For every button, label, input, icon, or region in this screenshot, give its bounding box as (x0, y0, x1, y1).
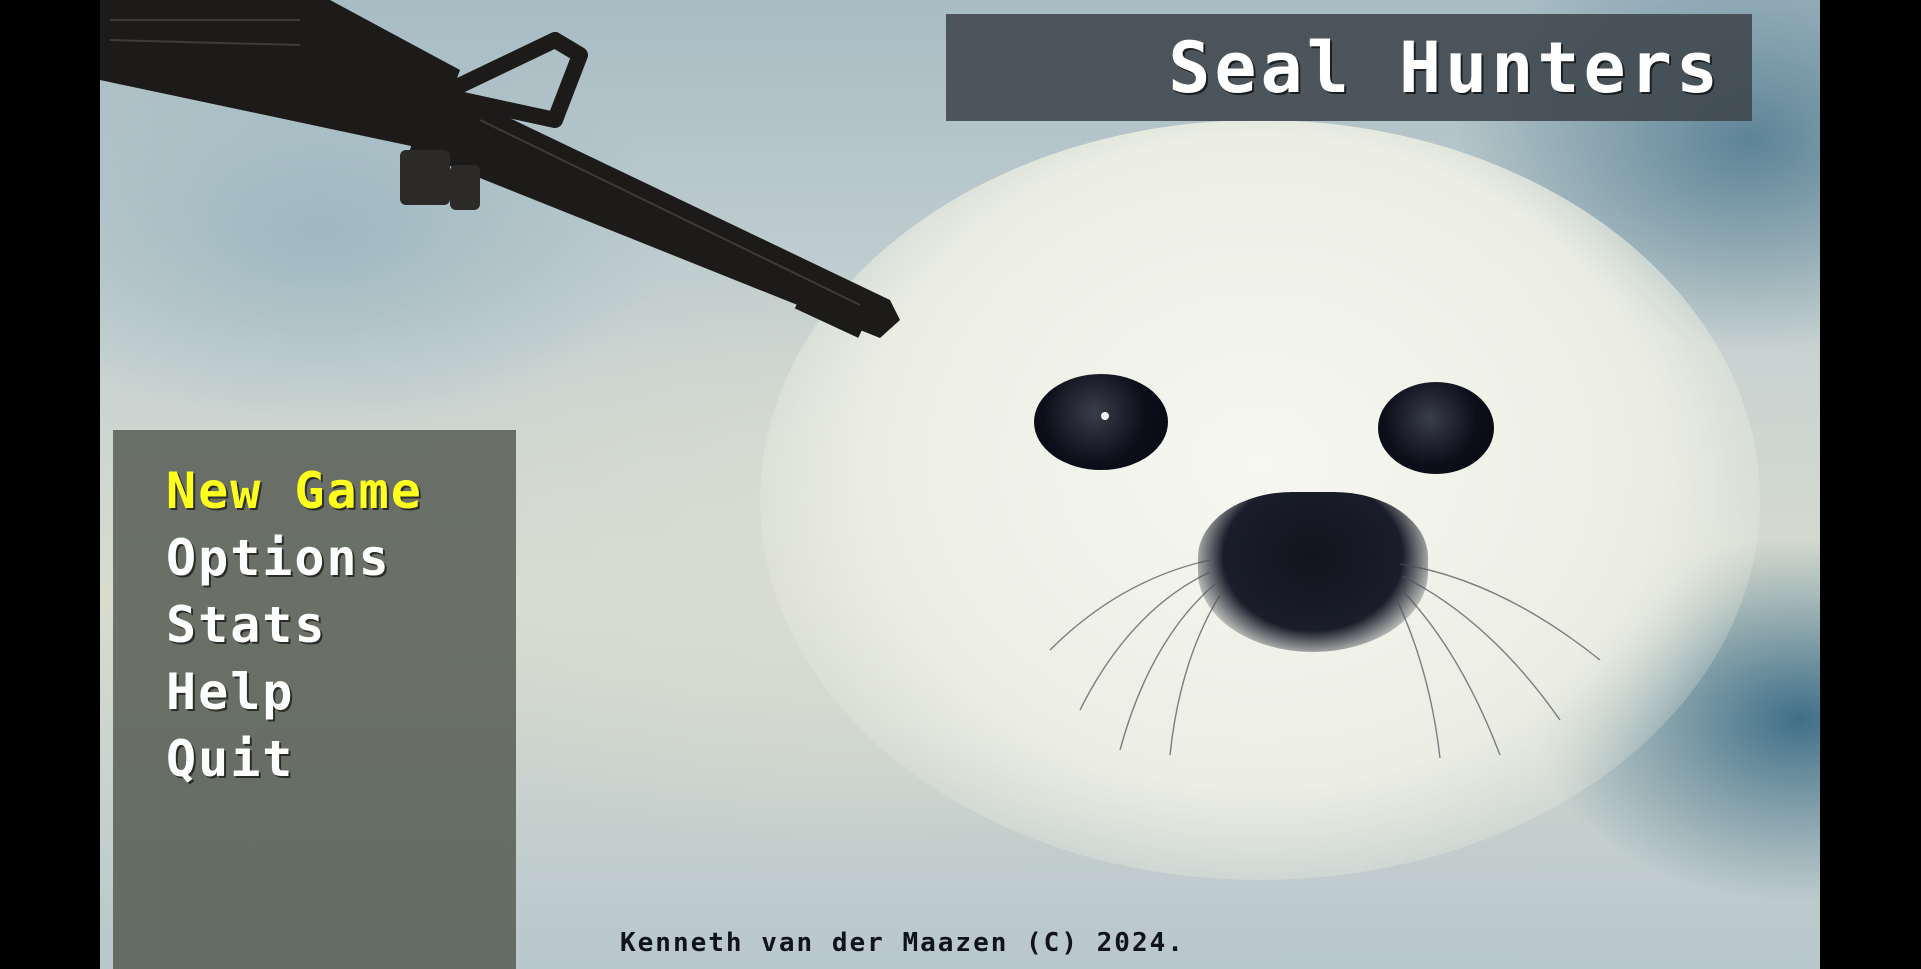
menu-item-options[interactable]: Options (166, 525, 423, 592)
game-title: Seal Hunters (1168, 26, 1722, 109)
main-menu-panel: New Game Options Stats Help Quit (113, 430, 516, 969)
title-banner: Seal Hunters (946, 14, 1752, 121)
copyright-footer: Kenneth van der Maazen (C) 2024. (620, 928, 1185, 958)
game-window: Seal Hunters New Game Options Stats Help… (0, 0, 1921, 969)
main-menu: New Game Options Stats Help Quit (166, 458, 423, 793)
seal-whiskers (1049, 559, 1601, 759)
seal-right-eye (1378, 382, 1494, 474)
menu-item-stats[interactable]: Stats (166, 592, 423, 659)
rifle-barrel-icon (100, 0, 900, 338)
menu-item-new-game[interactable]: New Game (166, 458, 423, 525)
seal-left-eye (1034, 374, 1168, 470)
title-screen-background: Seal Hunters New Game Options Stats Help… (100, 0, 1820, 969)
menu-item-quit[interactable]: Quit (166, 726, 423, 793)
menu-item-help[interactable]: Help (166, 659, 423, 726)
